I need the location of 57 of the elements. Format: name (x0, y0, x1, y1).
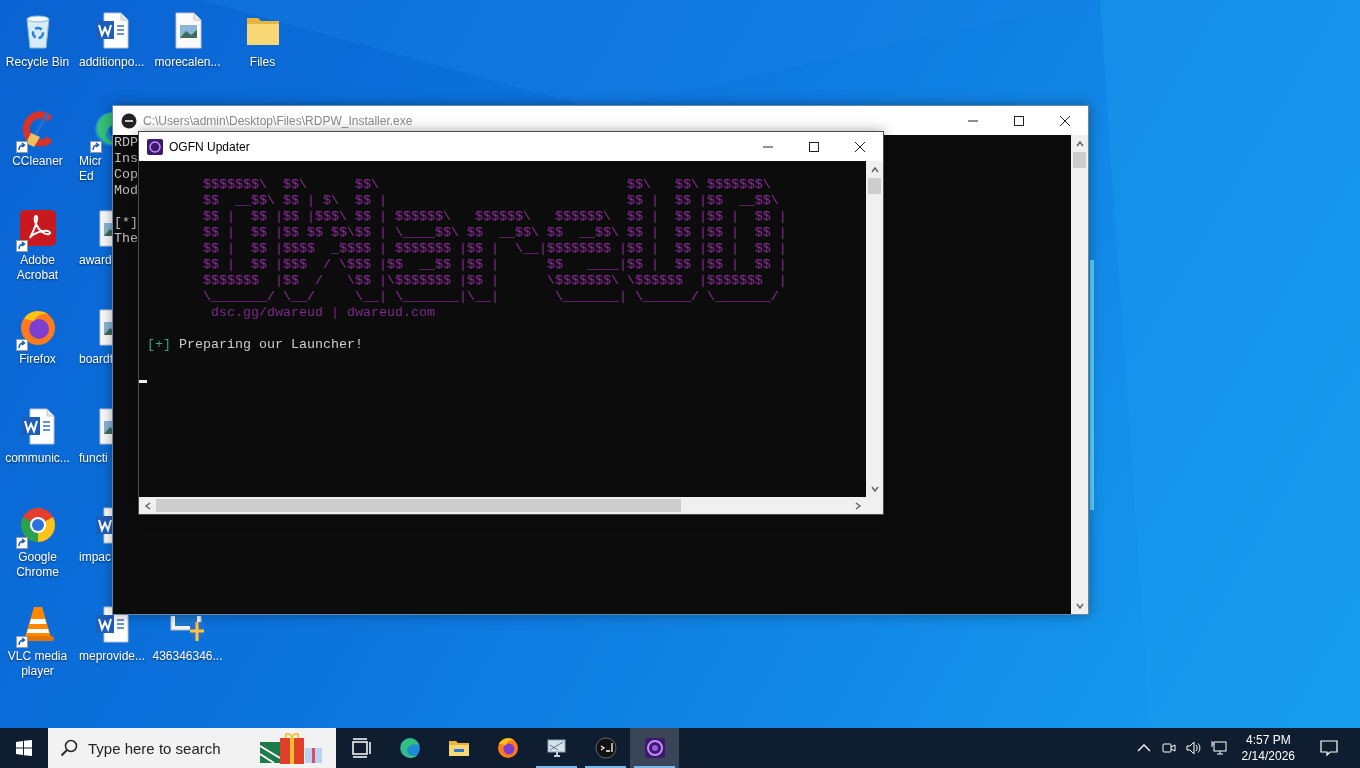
icon-label[interactable]: Recycle Bin (5, 55, 70, 70)
vertical-scrollbar[interactable] (866, 161, 883, 497)
icon-label[interactable]: Micr Ed (79, 154, 102, 184)
speaker-icon[interactable] (1186, 740, 1203, 756)
clock[interactable]: 4:57 PM 2/14/2026 (1231, 732, 1305, 764)
vertical-scrollbar[interactable] (1071, 135, 1088, 614)
close-icon (1060, 115, 1070, 126)
terminal-icon (121, 112, 137, 129)
icon-label[interactable]: additionpo... (79, 55, 145, 70)
browser-icon (496, 737, 519, 759)
network-icon[interactable] (1211, 740, 1228, 756)
console-text: Mod (114, 183, 138, 199)
icon-label[interactable]: Google Chrome (16, 550, 59, 580)
icon-label[interactable]: boardt (79, 352, 114, 367)
monitor-icon (545, 737, 568, 759)
console-text: Cop (114, 167, 138, 183)
ascii-art-text: $$$$$$$\ $$\ $$\ $$\ $$\ $$$$$$$\ $$ __$$\ $$ | $\ $$ | $$ | $$ |$$ __$$\ $$ | $$ |$$ |$$$\ $$ | $$$$$$\ $$$$$$\ $$$$$$\ $$ | $$ |$$ | $$ | $$ | $$ |$$ $$ $$\$$ | \____$$\ $$ __$$\ $$ __$$\ $$ | $$ |$$ | $$ | $$ | $$ |$$$$ _$$$$ | $$$$$$$ |$$ | \__|$$$$$$$$ |$$ | $$ |$$ | $$ | $$ | $$ |$$$ / \$$$ |$$ __$$ |$$ | $$ ____|$$ | $$ |$$ | $$ | $$$$$$$ |$$ / \$$ |\$$$$$$$ |$$ | \$$$$$$$\ \$$$$$$ |$$$$$$$ | \_______/ \__/ \__| \_______|\__| \_______| \______/ \_______/ (202, 177, 788, 305)
search-icon (60, 739, 78, 757)
console-text: Ins (114, 151, 138, 167)
browser-icon (398, 737, 421, 759)
maximize-icon (809, 141, 819, 152)
icon-label[interactable]: CCleaner (12, 154, 63, 169)
pdf-icon[interactable] (17, 208, 58, 248)
console-text: The (114, 231, 138, 247)
window-title: OGFN Updater (169, 139, 251, 154)
speech-bubble-icon (1320, 739, 1338, 757)
icon-label[interactable]: Files (249, 55, 276, 70)
icon-label[interactable]: morecalen... (154, 55, 221, 70)
taskbar-button[interactable] (630, 728, 679, 768)
console-text: dsc.gg/dwareud | dwareud.com (210, 305, 435, 321)
icon-label[interactable]: Adobe Acrobat (16, 253, 59, 283)
task-view-icon (349, 737, 372, 759)
gift-boxes-drawing (258, 732, 324, 764)
app-icon (643, 737, 666, 759)
icon-label[interactable]: impac (79, 550, 111, 565)
terminal-icon (594, 737, 617, 759)
status-text: Preparing our Launcher! (179, 337, 363, 353)
icon-label[interactable]: Firefox (19, 352, 56, 367)
app-icon (147, 138, 163, 155)
maximize-icon (1014, 115, 1024, 126)
icon-label[interactable]: award (79, 253, 112, 268)
icon-label[interactable]: 436346346... (152, 649, 223, 664)
icon-label[interactable]: VLC media player (7, 649, 68, 679)
icon-label[interactable]: functi (79, 451, 108, 466)
scrollbar-thumb[interactable] (868, 178, 881, 194)
console-text: RDP (114, 135, 138, 151)
icon-label[interactable]: communic... (5, 451, 70, 466)
text-cursor (139, 380, 147, 383)
status-prefix: [+] (147, 337, 171, 353)
scrollbar-thumb[interactable] (156, 499, 681, 512)
close-icon (855, 141, 865, 152)
window-title: C:\Users\admin\Desktop\Files\RDPW_Installer.exe (143, 113, 414, 128)
icon-label[interactable]: meprovide... (79, 649, 146, 664)
console-text: [*] (114, 215, 138, 231)
windows-logo-icon (16, 740, 32, 756)
scrollbar-thumb[interactable] (1073, 152, 1086, 168)
camera-icon[interactable] (1161, 740, 1178, 756)
